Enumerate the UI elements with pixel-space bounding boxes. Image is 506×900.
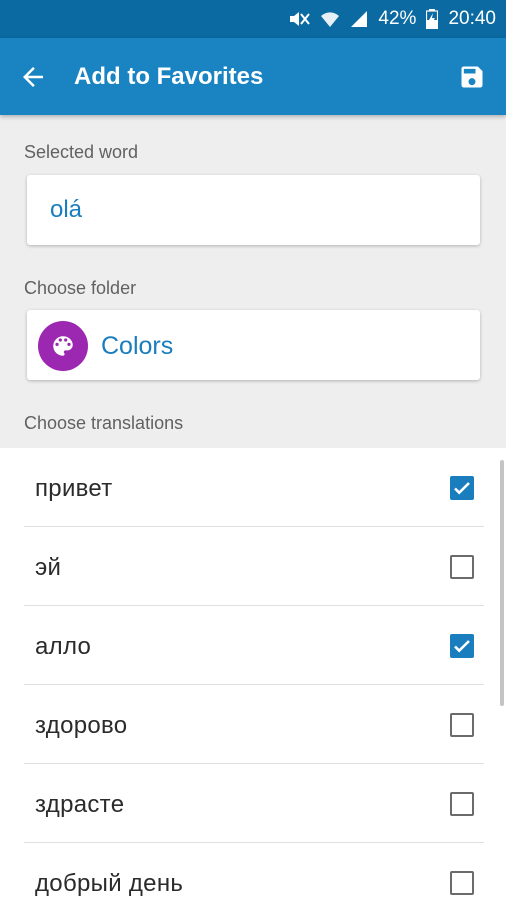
battery-charging-icon xyxy=(426,9,439,29)
mute-icon xyxy=(288,9,311,29)
translation-label: алло xyxy=(35,633,92,660)
check-icon xyxy=(454,482,470,495)
arrow-back-icon xyxy=(23,67,43,87)
signal-icon xyxy=(350,10,368,28)
translation-label: привет xyxy=(35,475,113,502)
translation-checkbox[interactable] xyxy=(450,555,474,579)
save-icon xyxy=(461,66,483,88)
folder-avatar xyxy=(38,321,88,371)
translation-label: здорово xyxy=(35,712,128,739)
selected-word-label: Selected word xyxy=(24,142,139,162)
translation-checkbox[interactable] xyxy=(450,476,474,500)
translation-item[interactable]: добрый день xyxy=(0,843,506,900)
selected-word-card: olá xyxy=(27,175,480,245)
selected-word-value: olá xyxy=(50,196,83,223)
status-bar: 42% 20:40 xyxy=(0,0,506,38)
translation-item[interactable]: эй xyxy=(0,527,506,606)
clock: 20:40 xyxy=(448,8,496,29)
folder-selector[interactable]: Colors xyxy=(27,310,480,380)
translations-list: привет эй алло здорово здрасте добрый де… xyxy=(0,448,506,900)
translation-item[interactable]: здорово xyxy=(0,685,506,764)
page-title: Add to Favorites xyxy=(74,63,264,90)
battery-percent: 42% xyxy=(378,8,417,29)
status-icons: 42% 20:40 xyxy=(288,0,496,38)
palette-icon xyxy=(53,336,73,356)
translation-item[interactable]: здрасте xyxy=(0,764,506,843)
translation-item[interactable]: алло xyxy=(0,606,506,685)
folder-name: Colors xyxy=(101,332,174,360)
scrollbar[interactable] xyxy=(500,460,504,706)
translation-checkbox[interactable] xyxy=(450,634,474,658)
save-button[interactable] xyxy=(458,63,486,91)
wifi-icon xyxy=(320,10,340,28)
translation-label: здрасте xyxy=(35,791,125,818)
app-bar: Add to Favorites xyxy=(0,38,506,115)
back-button[interactable] xyxy=(18,62,48,92)
translation-checkbox[interactable] xyxy=(450,792,474,816)
choose-translations-label: Choose translations xyxy=(24,413,184,433)
translation-checkbox[interactable] xyxy=(450,713,474,737)
translation-item[interactable]: привет xyxy=(0,448,506,527)
translation-label: эй xyxy=(35,554,62,581)
translation-checkbox[interactable] xyxy=(450,871,474,895)
choose-folder-label: Choose folder xyxy=(24,278,137,298)
translation-label: добрый день xyxy=(35,870,184,897)
check-icon xyxy=(454,640,470,653)
